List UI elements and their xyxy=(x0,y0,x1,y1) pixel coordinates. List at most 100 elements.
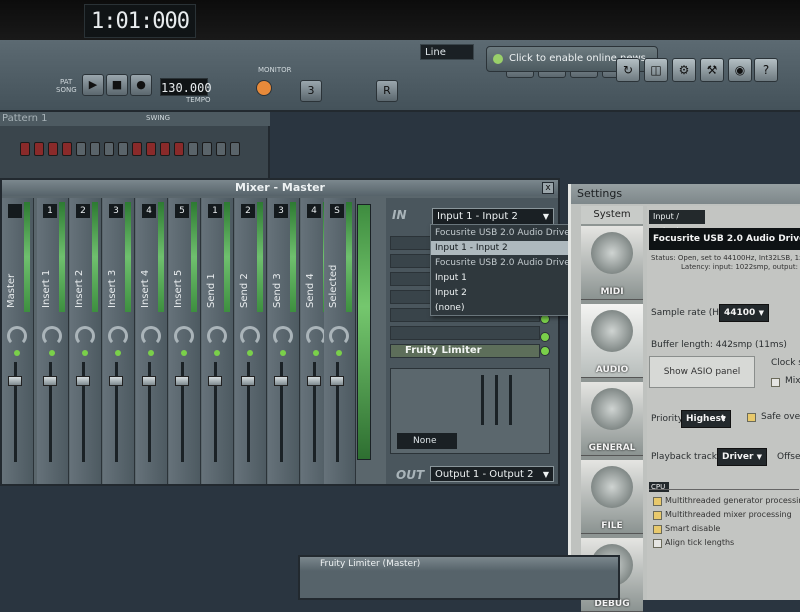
fx-slot-fruity-limiter[interactable]: Fruity Limiter xyxy=(390,344,540,358)
menu-item[interactable]: (none) xyxy=(431,301,589,315)
cpu-option-checkbox[interactable] xyxy=(653,539,662,548)
fx-slot[interactable] xyxy=(390,326,540,340)
plugin-icon[interactable]: ⚙ xyxy=(672,58,696,82)
slot-enable-led[interactable] xyxy=(540,332,550,342)
strip-enable-led[interactable] xyxy=(148,350,154,356)
step-button[interactable] xyxy=(90,142,100,156)
menu-item[interactable]: Input 1 xyxy=(431,271,589,285)
help-icon[interactable]: ? xyxy=(754,58,778,82)
mixer-strip[interactable]: 4 Insert 4 xyxy=(136,198,168,484)
pan-knob[interactable] xyxy=(207,326,227,346)
strip-enable-led[interactable] xyxy=(313,350,319,356)
step-button[interactable] xyxy=(48,142,58,156)
mixer-strip[interactable]: 5 Insert 5 xyxy=(169,198,201,484)
record-icon[interactable]: ◉ xyxy=(728,58,752,82)
eq-fader[interactable] xyxy=(509,375,512,425)
pan-knob[interactable] xyxy=(273,326,293,346)
step-button[interactable] xyxy=(20,142,30,156)
pan-knob[interactable] xyxy=(75,326,95,346)
step-button[interactable] xyxy=(202,142,212,156)
pan-knob[interactable] xyxy=(7,326,27,346)
browser-icon[interactable]: ◫ xyxy=(644,58,668,82)
step-button[interactable] xyxy=(160,142,170,156)
mixer-strip[interactable]: S Selected xyxy=(324,198,356,484)
step-button[interactable] xyxy=(146,142,156,156)
strip-enable-led[interactable] xyxy=(49,350,55,356)
settings-tab-file[interactable]: FILE xyxy=(581,460,643,534)
mixer-strip[interactable]: Master xyxy=(2,198,34,484)
strip-enable-led[interactable] xyxy=(336,350,342,356)
fader-cap[interactable] xyxy=(241,376,255,386)
eq-fader[interactable] xyxy=(481,375,484,425)
cpu-option-checkbox[interactable] xyxy=(653,497,662,506)
tab-system[interactable]: System xyxy=(581,206,643,224)
countdown-button[interactable]: 3 xyxy=(300,80,322,102)
recording-mode-button[interactable]: R xyxy=(376,80,398,102)
strip-enable-led[interactable] xyxy=(181,350,187,356)
fader-cap[interactable] xyxy=(76,376,90,386)
pan-knob[interactable] xyxy=(108,326,128,346)
fader-cap[interactable] xyxy=(142,376,156,386)
snap-select[interactable]: Line xyxy=(420,44,474,60)
fader-cap[interactable] xyxy=(175,376,189,386)
step-button[interactable] xyxy=(132,142,142,156)
refresh-icon[interactable]: ↻ xyxy=(616,58,640,82)
strip-enable-led[interactable] xyxy=(82,350,88,356)
output-select[interactable]: Output 1 - Output 2 ▼ xyxy=(430,466,554,482)
step-button[interactable] xyxy=(104,142,114,156)
step-button[interactable] xyxy=(62,142,72,156)
settings-tab-audio[interactable]: AUDIO xyxy=(581,304,643,378)
fader-cap[interactable] xyxy=(8,376,22,386)
record-button[interactable]: ● xyxy=(130,74,152,96)
menu-item[interactable]: Input 1 - Input 2 xyxy=(431,241,589,255)
step-button[interactable] xyxy=(188,142,198,156)
stop-button[interactable]: ■ xyxy=(106,74,128,96)
show-asio-panel-button[interactable]: Show ASIO panel xyxy=(649,356,755,388)
mixer-strip[interactable]: 2 Send 2 xyxy=(235,198,267,484)
strip-enable-led[interactable] xyxy=(247,350,253,356)
pan-knob[interactable] xyxy=(174,326,194,346)
pan-knob[interactable] xyxy=(42,326,62,346)
mixer-strip[interactable]: 1 Insert 1 xyxy=(37,198,69,484)
fader-cap[interactable] xyxy=(109,376,123,386)
pan-knob[interactable] xyxy=(306,326,326,346)
priority-select[interactable]: Highest ▼ xyxy=(681,410,731,428)
sample-rate-select[interactable]: 44100 ▼ xyxy=(719,304,769,322)
slot-enable-led[interactable] xyxy=(540,346,550,356)
menu-item[interactable]: Input 2 xyxy=(431,286,589,300)
step-button[interactable] xyxy=(230,142,240,156)
mixer-close-button[interactable]: x xyxy=(542,182,554,194)
playback-tracking-select[interactable]: Driver ▼ xyxy=(717,448,767,466)
pan-knob[interactable] xyxy=(329,326,349,346)
play-button[interactable]: ▶ xyxy=(82,74,104,96)
fader-cap[interactable] xyxy=(330,376,344,386)
eq-fader[interactable] xyxy=(495,375,498,425)
fader-cap[interactable] xyxy=(274,376,288,386)
tab-input-output[interactable]: Input / output xyxy=(649,210,705,235)
step-button[interactable] xyxy=(118,142,128,156)
mixer-strip[interactable]: 1 Send 1 xyxy=(202,198,234,484)
fader-cap[interactable] xyxy=(43,376,57,386)
mixer-strip[interactable]: 3 Insert 3 xyxy=(103,198,135,484)
tempo-display[interactable]: 130.000 xyxy=(160,78,212,96)
mixer-strip[interactable]: 2 Insert 2 xyxy=(70,198,102,484)
strip-enable-led[interactable] xyxy=(214,350,220,356)
mixer-strip[interactable]: 3 Send 3 xyxy=(268,198,300,484)
track-send-select[interactable]: None xyxy=(397,433,457,449)
step-button[interactable] xyxy=(76,142,86,156)
audio-device-select[interactable]: Focusrite USB 2.0 Audio Driver xyxy=(649,228,800,250)
step-button[interactable] xyxy=(34,142,44,156)
cpu-option-checkbox[interactable] xyxy=(653,511,662,520)
settings-tab-midi[interactable]: MIDI xyxy=(581,226,643,300)
tools-icon[interactable]: ⚒ xyxy=(700,58,724,82)
strip-enable-led[interactable] xyxy=(115,350,121,356)
mix-in-checkbox[interactable] xyxy=(771,378,780,387)
cpu-option-checkbox[interactable] xyxy=(653,525,662,534)
metronome-toggle[interactable] xyxy=(256,80,272,96)
strip-enable-led[interactable] xyxy=(14,350,20,356)
step-button[interactable] xyxy=(174,142,184,156)
safe-overloads-checkbox[interactable] xyxy=(747,413,756,422)
step-button[interactable] xyxy=(216,142,226,156)
fader-cap[interactable] xyxy=(208,376,222,386)
pan-knob[interactable] xyxy=(141,326,161,346)
